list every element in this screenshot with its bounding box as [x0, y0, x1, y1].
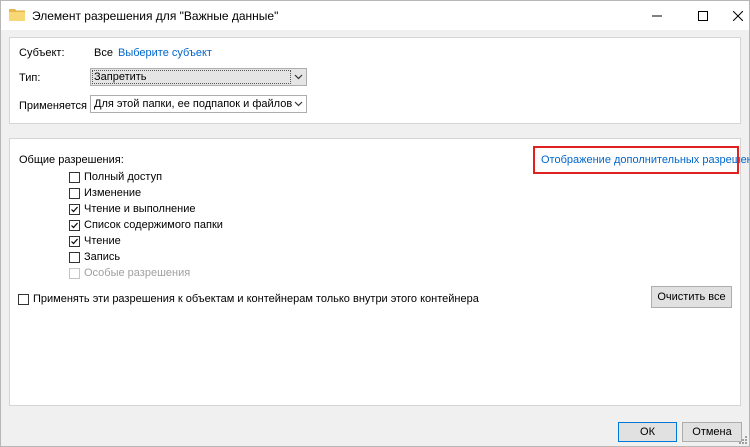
title-bar: Элемент разрешения для "Важные данные"	[1, 1, 749, 30]
chevron-down-icon	[294, 74, 303, 80]
checkbox[interactable]	[69, 203, 80, 215]
permission-full-control[interactable]: Полный доступ	[69, 170, 162, 184]
checkbox[interactable]	[69, 187, 80, 199]
principal-label: Субъект:	[19, 47, 65, 59]
close-button[interactable]	[726, 1, 749, 30]
focus-ring	[92, 70, 291, 84]
maximize-button[interactable]	[680, 1, 726, 30]
apply-inside-container-option[interactable]: Применять эти разрешения к объектам и ко…	[18, 292, 479, 306]
principal-value: Все	[94, 47, 113, 59]
basic-permissions-heading: Общие разрешения:	[19, 154, 124, 166]
checkbox[interactable]	[69, 235, 80, 247]
apply-inside-container-label: Применять эти разрешения к объектам и ко…	[33, 293, 479, 305]
checkbox	[69, 267, 80, 279]
permission-write[interactable]: Запись	[69, 250, 120, 264]
type-label: Тип:	[19, 72, 41, 84]
clear-all-button[interactable]: Очистить все	[651, 286, 732, 308]
permission-label: Особые разрешения	[84, 267, 191, 279]
checkbox[interactable]	[69, 219, 80, 231]
window-title: Элемент разрешения для "Важные данные"	[32, 9, 279, 23]
checkbox[interactable]	[69, 251, 80, 263]
checkbox[interactable]	[69, 171, 80, 183]
permission-label: Чтение и выполнение	[84, 203, 196, 215]
minimize-icon	[652, 15, 662, 16]
ok-button[interactable]: ОК	[618, 422, 677, 442]
type-dropdown[interactable]: Запретить	[90, 68, 307, 86]
permission-label: Изменение	[84, 187, 142, 199]
checkbox[interactable]	[18, 293, 29, 305]
chevron-down-icon	[294, 101, 303, 107]
select-principal-link[interactable]: Выберите субъект	[118, 47, 212, 59]
permissions-panel: Общие разрешения: Отображение дополнител…	[9, 138, 750, 406]
cancel-button[interactable]: Отмена	[682, 422, 742, 442]
highlight-annotation	[533, 146, 739, 174]
permission-special: Особые разрешения	[69, 266, 190, 280]
folder-icon	[9, 9, 25, 21]
permission-entry-dialog: Элемент разрешения для "Важные данные" С…	[0, 0, 750, 447]
checkmark-icon	[71, 238, 78, 244]
close-icon	[732, 10, 743, 21]
permission-label: Чтение	[84, 235, 121, 247]
resize-grip-icon[interactable]	[737, 434, 747, 444]
permission-label: Запись	[84, 251, 121, 263]
permission-label: Полный доступ	[84, 171, 163, 183]
applies-to-dropdown[interactable]: Для этой папки, ее подпапок и файлов	[90, 95, 307, 113]
permission-read-execute[interactable]: Чтение и выполнение	[69, 202, 196, 216]
checkmark-icon	[71, 206, 78, 212]
permission-list-folder[interactable]: Список содержимого папки	[69, 218, 223, 232]
permission-modify[interactable]: Изменение	[69, 186, 141, 200]
applies-to-label: Применяется к:	[19, 100, 98, 112]
permission-read[interactable]: Чтение	[69, 234, 121, 248]
maximize-icon	[698, 10, 708, 21]
permission-label: Список содержимого папки	[84, 219, 223, 231]
minimize-button[interactable]	[634, 1, 680, 30]
checkmark-icon	[71, 222, 78, 228]
principal-panel: Субъект: Все Выберите субъект Тип: Запре…	[9, 37, 741, 124]
applies-to-dropdown-value: Для этой папки, ее подпапок и файлов	[94, 98, 293, 110]
